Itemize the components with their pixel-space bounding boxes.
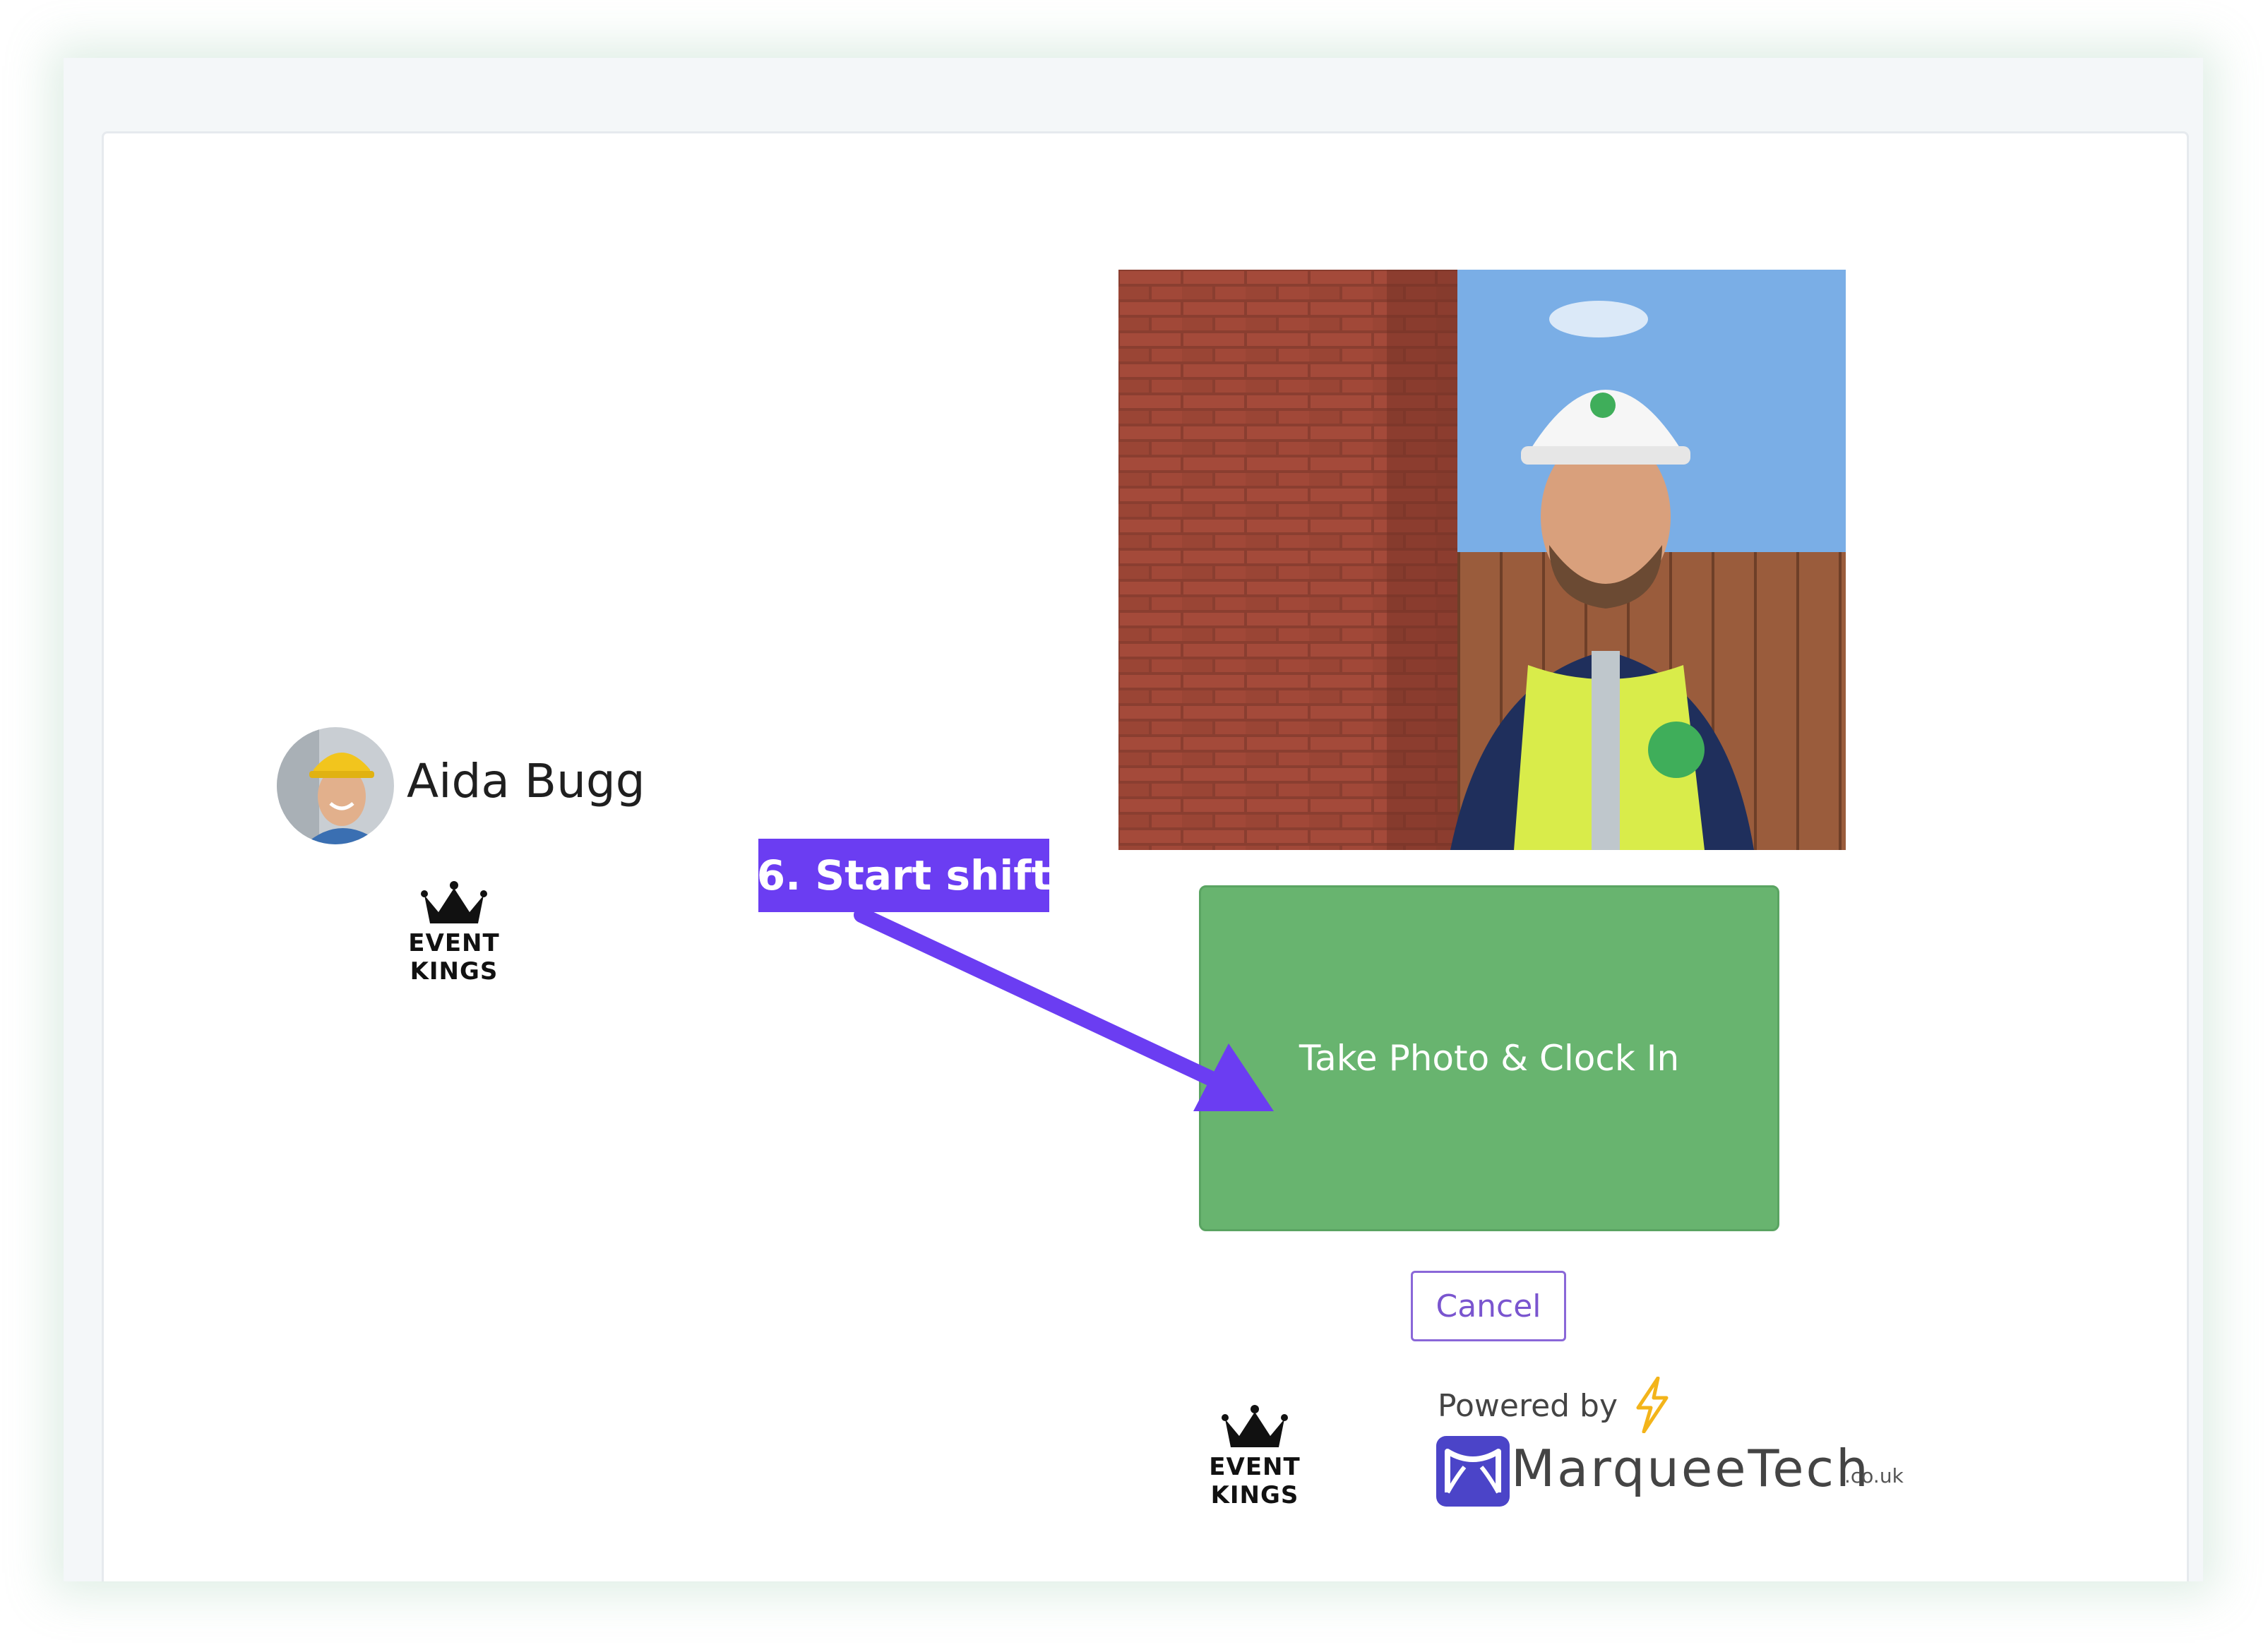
company-logo-line1: EVENT: [408, 929, 500, 957]
user-name: Aida Bugg: [407, 754, 645, 808]
crown-icon: [421, 881, 487, 923]
photo-preview: [1118, 270, 1846, 850]
user-avatar: [277, 727, 394, 844]
company-logo-footer: EVENT KINGS: [1203, 1403, 1306, 1522]
company-logo-line2: KINGS: [410, 957, 499, 986]
crown-icon: [1222, 1405, 1288, 1447]
company-logo-line1: EVENT: [1209, 1453, 1301, 1481]
marqueetech-domain: .co.uk: [1844, 1464, 1904, 1488]
powered-by-text: Powered by: [1438, 1388, 1618, 1424]
company-logo-line2: KINGS: [1210, 1481, 1299, 1509]
company-logo: EVENT KINGS: [402, 880, 506, 998]
marqueetech-wordmark: MarqueeTech: [1511, 1439, 1870, 1498]
screenshot-stage: Aida Bugg EVENT KINGS Take Photo & Clock…: [0, 0, 2268, 1652]
lightning-bolt-icon: [1636, 1377, 1669, 1433]
cancel-button[interactable]: Cancel: [1411, 1271, 1566, 1341]
annotation-step-label: 6. Start shift: [757, 839, 1051, 912]
take-photo-clock-in-button[interactable]: Take Photo & Clock In: [1199, 885, 1779, 1231]
marqueetech-logo-icon: [1436, 1436, 1510, 1507]
